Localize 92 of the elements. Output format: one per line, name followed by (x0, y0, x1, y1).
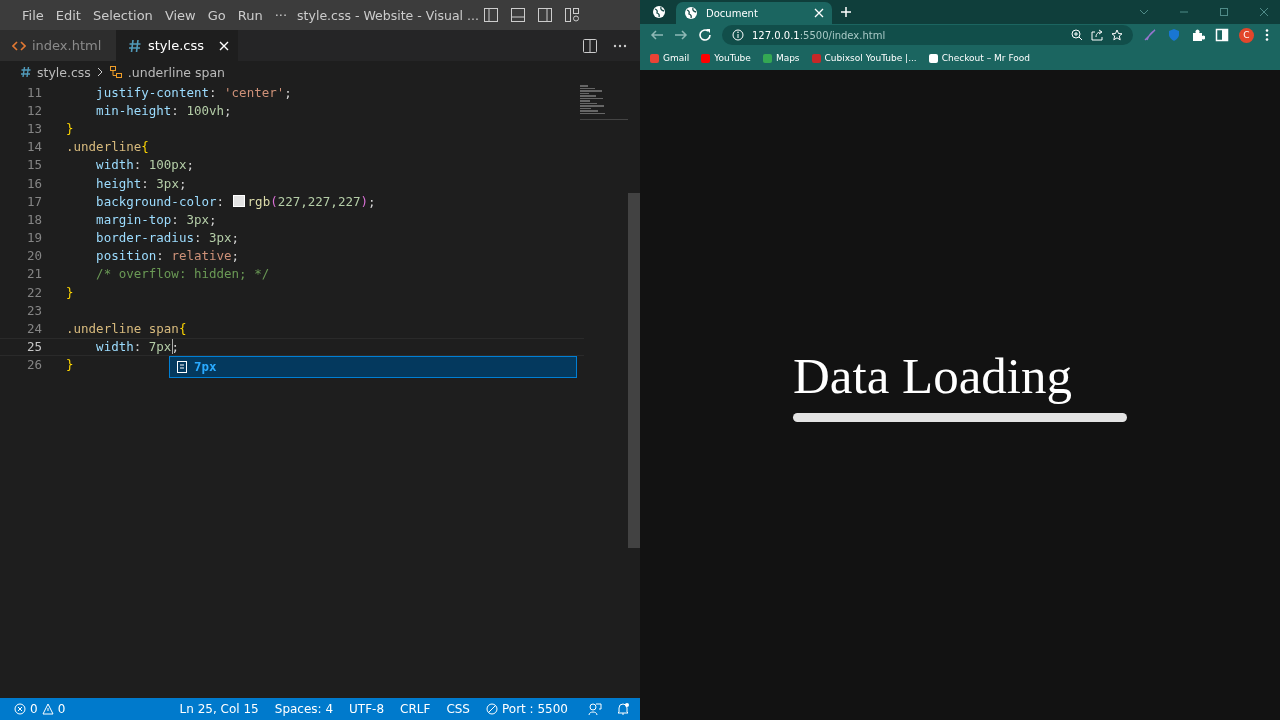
line-number: 15 (25, 157, 43, 173)
star-icon[interactable] (1111, 29, 1123, 41)
line-number: 12 (25, 102, 43, 118)
scrollbar[interactable] (628, 193, 640, 548)
line-number: 18 (25, 211, 43, 227)
blocked-icon (486, 703, 498, 715)
status-item[interactable]: UTF-8 (343, 702, 391, 716)
split-layout-icon[interactable] (536, 7, 553, 23)
code-line: /* overflow: hidden; */ (95, 266, 270, 282)
reload-icon[interactable] (698, 28, 712, 42)
breadcrumb-item[interactable]: .underline span (127, 64, 225, 80)
warning-icon[interactable] (41, 703, 54, 715)
hash-icon (20, 66, 32, 78)
line-number: 26 (25, 357, 43, 373)
line-number: 14 (25, 139, 43, 155)
menu-item[interactable]: Selection (86, 7, 159, 23)
menu-item[interactable]: Edit (49, 7, 87, 23)
line-number: 17 (25, 193, 43, 209)
bell-icon[interactable] (616, 702, 630, 716)
line-number: 19 (25, 230, 43, 246)
puzzle-icon[interactable] (1191, 28, 1205, 42)
editor-tab[interactable]: style.css (116, 30, 238, 61)
maximize-icon[interactable] (1218, 6, 1230, 18)
code-line: border-radius: 3px; (95, 230, 240, 246)
bookmark[interactable]: Maps (762, 53, 800, 63)
share-icon[interactable] (1091, 29, 1103, 41)
line-number: 20 (25, 248, 43, 264)
menu-item[interactable]: Run (231, 7, 269, 23)
page-heading: Data Loading (793, 347, 1073, 405)
status-item[interactable]: Spaces: 4 (268, 702, 340, 716)
grid-layout-icon[interactable] (563, 7, 580, 23)
line-number: 16 (25, 175, 43, 191)
editor-tab[interactable]: index.html (0, 30, 116, 61)
code-line: .underline{ (66, 139, 149, 155)
panel-layout-icon[interactable] (509, 7, 526, 23)
menu-item[interactable]: ··· (268, 7, 294, 23)
hash-icon (128, 38, 142, 53)
line-number: 13 (25, 120, 43, 136)
code-line: min-height: 100vh; (95, 102, 232, 118)
html-file-icon (12, 38, 26, 53)
code-line: background-color: rgb(227,227,227); (95, 193, 376, 209)
bookmark[interactable]: Gmail (650, 53, 690, 63)
problems-indicator[interactable]: 0 0 (14, 702, 66, 716)
code-line: } (66, 284, 74, 300)
bookmark[interactable]: YouTube (701, 53, 751, 63)
new-tab-icon[interactable] (840, 6, 852, 18)
code-line: } (66, 120, 74, 136)
menu-item[interactable]: Go (201, 7, 232, 23)
line-number: 25 (25, 339, 43, 355)
window-title: style.css - Website - Visual ... (297, 7, 479, 23)
forward-arrow-icon[interactable] (674, 28, 688, 42)
bookmark[interactable]: Cubixsol YouTube |... (811, 53, 917, 63)
profile-avatar[interactable]: C (1239, 27, 1254, 43)
code-line: position: relative; (95, 248, 240, 264)
minimap[interactable] (580, 83, 628, 120)
bookmark[interactable]: Checkout – Mr Food (928, 53, 1030, 63)
feedback-icon[interactable] (588, 702, 602, 716)
info-icon (732, 29, 744, 41)
suggestion-item[interactable]: 7px (169, 355, 577, 378)
code-line: margin-top: 3px; (95, 211, 217, 227)
status-item[interactable]: CRLF (394, 702, 437, 716)
chevron-right-icon[interactable] (95, 66, 104, 78)
line-number: 21 (25, 266, 43, 282)
code-line: justify-content: 'center'; (95, 84, 292, 100)
breadcrumb-item[interactable]: style.css (37, 64, 91, 80)
more-vertical-icon[interactable] (1264, 28, 1270, 42)
address-bar[interactable]: 127.0.0.1:5500/index.html (722, 25, 1133, 45)
code-line: height: 3px; (95, 175, 187, 191)
browser-tab[interactable]: Document (676, 2, 832, 24)
code-line: .underline span{ (66, 321, 187, 337)
menu-item[interactable]: View (158, 7, 202, 23)
code-line: } (66, 357, 74, 373)
side-panel-icon[interactable] (1215, 28, 1229, 42)
menu-item[interactable]: File (16, 7, 50, 23)
line-number: 22 (25, 284, 43, 300)
globe-icon (684, 6, 698, 20)
back-arrow-icon[interactable] (650, 28, 664, 42)
port-status[interactable]: Port : 5500 (480, 702, 574, 716)
error-icon[interactable] (14, 703, 26, 715)
status-item[interactable]: CSS (440, 702, 476, 716)
zoom-icon[interactable] (1071, 29, 1083, 41)
code-line: width: 7px; (95, 339, 179, 355)
value-icon (176, 359, 188, 374)
symbol-icon[interactable] (108, 65, 123, 79)
code-line: width: 100px; (95, 157, 194, 173)
globe-icon[interactable] (652, 5, 666, 19)
status-item[interactable]: Ln 25, Col 15 (173, 702, 265, 716)
line-number: 24 (25, 321, 43, 337)
line-number: 23 (25, 302, 43, 318)
sidebar-layout-icon[interactable] (482, 7, 499, 23)
split-editor-icon[interactable] (582, 37, 598, 54)
line-number: 11 (25, 84, 43, 100)
